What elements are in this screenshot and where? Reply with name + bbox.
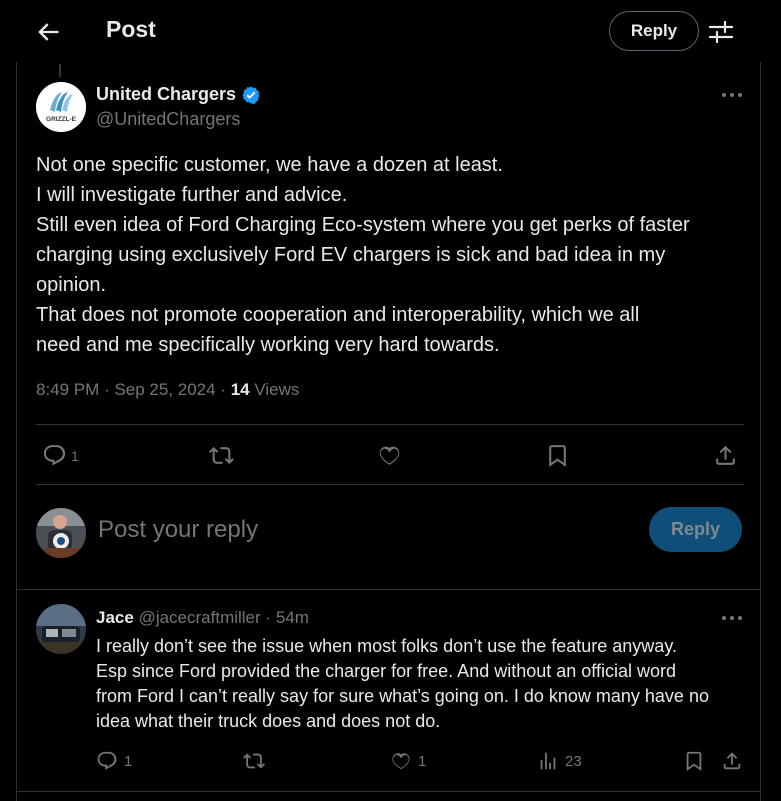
reply-line: idea what their truck does and does not …	[96, 711, 441, 731]
meta-separator: ·	[265, 608, 272, 627]
post-meta: 8:49 PM · Sep 25, 2024 · 14 Views	[36, 380, 299, 400]
more-icon[interactable]	[721, 92, 743, 98]
user-photo	[36, 508, 86, 558]
reply-comment-action[interactable]: 1	[96, 750, 132, 772]
reply-header: Jace @jacecraftmiller · 54m	[96, 608, 309, 628]
comment-icon	[97, 751, 117, 770]
header-bar: Post Reply	[0, 0, 781, 62]
meta-separator: ·	[104, 380, 115, 399]
meta-separator: ·	[220, 380, 231, 399]
post-line: I will investigate further and advice.	[36, 184, 348, 206]
comment-action[interactable]: 1	[42, 443, 79, 468]
post-line: Still even idea of Ford Charging Eco-sys…	[36, 214, 690, 236]
divider	[36, 484, 744, 485]
share-icon	[723, 752, 741, 770]
post-line: need and me specifically working very ha…	[36, 334, 500, 356]
post-line: opinion.	[36, 274, 107, 296]
reply-submit-button[interactable]: Reply	[649, 507, 742, 552]
reply-retweet-action[interactable]	[243, 750, 265, 772]
post-line: That does not promote cooperation and in…	[36, 304, 640, 326]
reply-time[interactable]: 54m	[276, 608, 309, 627]
reply-views-action[interactable]: 23	[537, 750, 582, 772]
reply-bookmark-action[interactable]	[683, 750, 705, 772]
reply-like-action[interactable]: 1	[390, 750, 426, 772]
like-icon	[392, 753, 410, 770]
reply-author-avatar[interactable]	[36, 604, 86, 654]
author-name[interactable]: United Chargers	[96, 84, 261, 105]
divider	[17, 589, 761, 590]
verified-badge-icon	[242, 85, 260, 104]
post-line: Not one specific customer, we have a doz…	[36, 154, 503, 176]
bookmark-icon	[686, 751, 702, 772]
bookmark-action[interactable]	[545, 443, 570, 468]
reply-button-top[interactable]: Reply	[609, 11, 699, 51]
retweet-icon	[243, 753, 265, 769]
like-icon	[379, 446, 400, 465]
thread-connector	[59, 64, 61, 77]
reply-line: from Ford I can’t really say for sure wh…	[96, 686, 709, 706]
author-handle[interactable]: @UnitedChargers	[96, 109, 240, 130]
comment-count: 1	[71, 447, 79, 464]
reply-like-count: 1	[418, 752, 427, 770]
reply-line: I really don’t see the issue when most f…	[96, 636, 677, 656]
divider	[17, 791, 761, 792]
share-icon	[716, 445, 735, 465]
post-text: Not one specific customer, we have a doz…	[36, 150, 756, 360]
reply-author-name[interactable]: Jace	[96, 608, 134, 627]
reply-input[interactable]	[98, 510, 628, 550]
page-title: Post	[106, 16, 156, 42]
author-name-text: United Chargers	[96, 84, 237, 104]
more-icon[interactable]	[721, 615, 743, 621]
back-arrow-icon[interactable]	[34, 18, 62, 46]
reply-share-action[interactable]	[721, 750, 743, 772]
post-line: charging using exclusively Ford EV charg…	[36, 244, 666, 266]
reply-views-count: 23	[565, 752, 582, 770]
reply-text: I really don’t see the issue when most f…	[96, 634, 756, 734]
retweet-icon	[209, 447, 234, 464]
reply-comment-count: 1	[124, 752, 133, 770]
avatar-logo-text: GRIZZL-E	[46, 116, 77, 123]
like-action[interactable]	[377, 443, 402, 468]
comment-icon	[43, 445, 66, 466]
my-avatar[interactable]	[36, 508, 86, 558]
bookmark-icon	[549, 445, 566, 467]
reply-line: Esp since Ford provided the charger for …	[96, 661, 676, 681]
views-count: 14	[230, 380, 250, 399]
views-label: Views	[254, 380, 300, 399]
post-time[interactable]: 8:49 PM	[36, 380, 99, 399]
post-date[interactable]: Sep 25, 2024	[114, 380, 215, 399]
reply-user-photo	[36, 604, 86, 654]
author-avatar[interactable]: GRIZZL-E	[36, 82, 86, 132]
divider	[36, 424, 744, 425]
retweet-action[interactable]	[209, 443, 234, 468]
sliders-icon[interactable]	[707, 19, 735, 45]
share-action[interactable]	[713, 443, 738, 468]
views-icon	[540, 752, 556, 770]
reply-author-handle[interactable]: @jacecraftmiller	[139, 608, 261, 627]
grizzle-logo-icon: GRIZZL-E	[36, 82, 86, 132]
